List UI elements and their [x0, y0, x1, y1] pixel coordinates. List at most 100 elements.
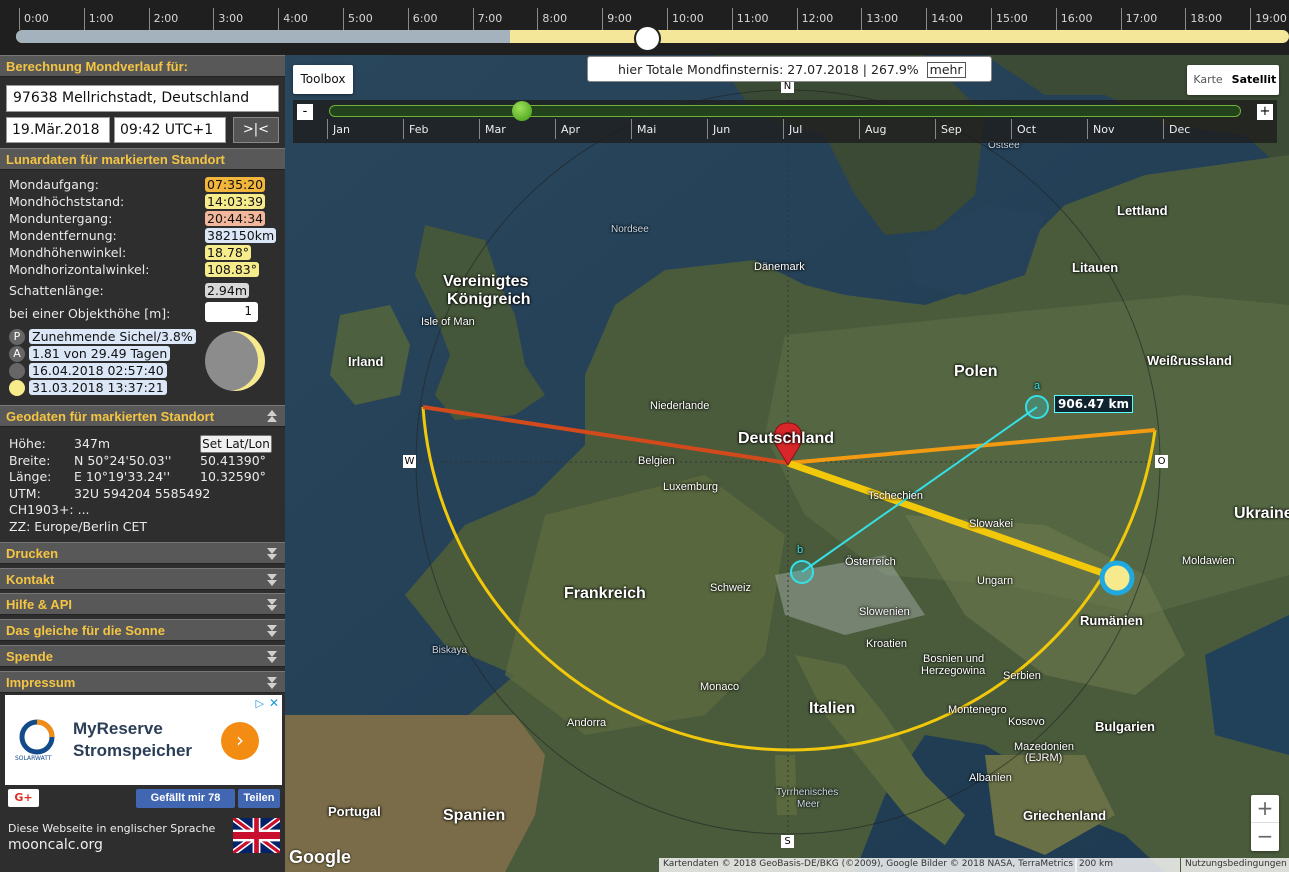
geo-section-header[interactable]: Geodaten für markierten Standort: [0, 405, 285, 427]
hour-tick-label: 11:00: [736, 12, 769, 25]
hour-tick: 14:00: [926, 8, 963, 30]
measure-point-a[interactable]: [1025, 395, 1049, 419]
hour-tick: 15:00: [991, 8, 1028, 30]
year-zoom-in-button[interactable]: +: [1257, 104, 1273, 120]
hour-tick-label: 4:00: [283, 12, 308, 25]
hour-tick: 16:00: [1055, 8, 1093, 30]
label-andorra: Andorra: [567, 717, 607, 729]
latitude-decimal: 50.41390°: [200, 453, 266, 468]
section-header[interactable]: Kontakt: [0, 567, 285, 590]
lunar-value: 14:03:39: [205, 194, 266, 209]
month-label: Jan: [333, 123, 350, 136]
lunar-value: 382150km: [205, 228, 277, 243]
moon-phase-text: 16.04.2018 02:57:40: [29, 363, 167, 378]
compass-east: O: [1155, 455, 1168, 468]
date-input[interactable]: 19.Mär.2018: [6, 117, 110, 143]
map-scale[interactable]: 200 km: [1075, 858, 1180, 872]
lunar-section-header[interactable]: Lunardaten für markierten Standort: [0, 148, 285, 170]
hour-tick: 19:00: [1250, 8, 1287, 30]
adchoices-icon[interactable]: ▷: [256, 697, 264, 710]
ad-go-arrow-icon[interactable]: ›: [221, 722, 259, 760]
ad-title-line2: Stromspeicher: [73, 741, 193, 760]
location-input[interactable]: 97638 Mellrichstadt, Deutschland: [6, 85, 279, 112]
lunar-label: Mondhöchststand:: [9, 194, 125, 209]
map-type-karte[interactable]: Karte: [1187, 65, 1229, 95]
moon-path-overlay: [415, 89, 1161, 845]
label-belgien: Belgien: [638, 455, 675, 467]
hour-tick-label: 9:00: [607, 12, 632, 25]
day-timeline[interactable]: 0:00 1:00 2:00 3:00 4:00 5:00 6:00 7:00 8:00 9:00…: [0, 0, 1289, 55]
ch1903-value: CH1903+: ...: [9, 502, 90, 517]
hour-tick-label: 10:00: [672, 12, 704, 25]
time-slider-knob[interactable]: [634, 25, 661, 52]
terms-link[interactable]: Nutzungsbedingungen: [1181, 858, 1289, 872]
hour-tick-label: 1:00: [88, 12, 114, 25]
label-uk2: Königreich: [447, 291, 531, 308]
label-niederlande: Niederlande: [650, 400, 710, 412]
year-slider-knob[interactable]: [512, 101, 532, 121]
eclipse-text: hier Totale Mondfinsternis: 27.07.2018 |…: [618, 62, 919, 77]
label-lettland: Lettland: [1117, 203, 1168, 218]
google-plus-button[interactable]: G+: [8, 789, 39, 807]
uk-flag-icon[interactable]: [233, 818, 280, 853]
month-label: Mar: [485, 123, 506, 136]
zoom-out-button[interactable]: −: [1251, 823, 1279, 851]
zoom-in-button[interactable]: +: [1251, 795, 1279, 823]
utm-label: UTM:: [9, 486, 41, 501]
hour-tick: 0:00: [19, 8, 49, 30]
year-slider-track[interactable]: [329, 105, 1241, 117]
moon-phase-row: 31.03.2018 13:37:21: [9, 379, 167, 396]
label-daenemark: Dänemark: [754, 261, 805, 273]
toolbox-button[interactable]: Toolbox: [293, 65, 353, 94]
set-latlon-button[interactable]: Set Lat/Lon: [200, 435, 272, 453]
label-weissrussland: Weißrussland: [1147, 353, 1233, 368]
advertisement[interactable]: SOLARWATT MyReserve Stromspeicher › ▷ ✕: [5, 695, 282, 785]
section-header[interactable]: Spende: [0, 644, 285, 667]
solarwatt-logo-icon: [19, 719, 55, 755]
point-b-label: b: [797, 544, 804, 556]
facebook-like-button[interactable]: Gefällt mir 78: [136, 789, 235, 808]
ad-close-icon[interactable]: ✕: [269, 696, 279, 710]
month-tick: Sep: [935, 119, 962, 139]
facebook-share-button[interactable]: Teilen: [238, 789, 280, 808]
hour-tick: 17:00: [1120, 8, 1157, 30]
longitude-label: Länge:: [9, 469, 52, 484]
hour-tick-label: 16:00: [1060, 12, 1093, 25]
measure-point-b[interactable]: [790, 560, 814, 584]
section-header[interactable]: Das gleiche für die Sonne: [0, 619, 285, 642]
month-tick: Jan: [327, 119, 350, 139]
eclipse-more-button[interactable]: mehr: [926, 62, 966, 78]
hour-tick-label: 18:00: [1190, 12, 1223, 25]
map-type-satellit[interactable]: Satellit: [1229, 65, 1279, 95]
label-uk: Vereinigtes: [443, 273, 529, 290]
time-input[interactable]: 09:42 UTC+1: [114, 117, 226, 143]
full-moon-icon: [9, 379, 25, 396]
map-view[interactable]: a b 906.47 km N S W O Vereinigtes Königr…: [285, 55, 1289, 872]
english-version-link[interactable]: mooncalc.org: [8, 837, 103, 853]
month-label: Dec: [1169, 123, 1191, 136]
label-biskaya: Biskaya: [432, 645, 468, 656]
month-label: Nov: [1093, 123, 1115, 136]
hour-tick-label: 17:00: [1125, 12, 1158, 25]
month-tick: Mar: [479, 119, 506, 139]
map-attribution[interactable]: Kartendaten © 2018 GeoBasis-DE/BKG (©200…: [659, 858, 1078, 872]
ad-title-line1: MyReserve: [73, 719, 163, 738]
expand-down-icon: [267, 682, 277, 689]
moon-position-marker[interactable]: [1099, 560, 1135, 596]
label-nordsee: Nordsee: [611, 224, 649, 235]
year-zoom-out-button[interactable]: -: [297, 104, 313, 120]
hour-tick-label: 12:00: [801, 12, 834, 25]
label-ungarn: Ungarn: [977, 575, 1014, 587]
expand-down-icon: [267, 605, 277, 612]
month-label: Feb: [409, 123, 429, 136]
now-button[interactable]: >|<: [233, 117, 279, 143]
label-luxemburg: Luxemburg: [663, 481, 719, 493]
lunar-value: 108.83°: [205, 262, 259, 277]
section-header[interactable]: Drucken: [0, 542, 285, 564]
section-header[interactable]: Hilfe & API: [0, 593, 285, 616]
section-header[interactable]: Impressum: [0, 670, 285, 693]
sidebar: Berechnung Mondverlauf für: 97638 Mellri…: [0, 55, 285, 872]
label-serbien: Serbien: [1003, 670, 1041, 682]
point-a-label: a: [1034, 380, 1041, 392]
object-height-input[interactable]: 1: [205, 302, 258, 322]
